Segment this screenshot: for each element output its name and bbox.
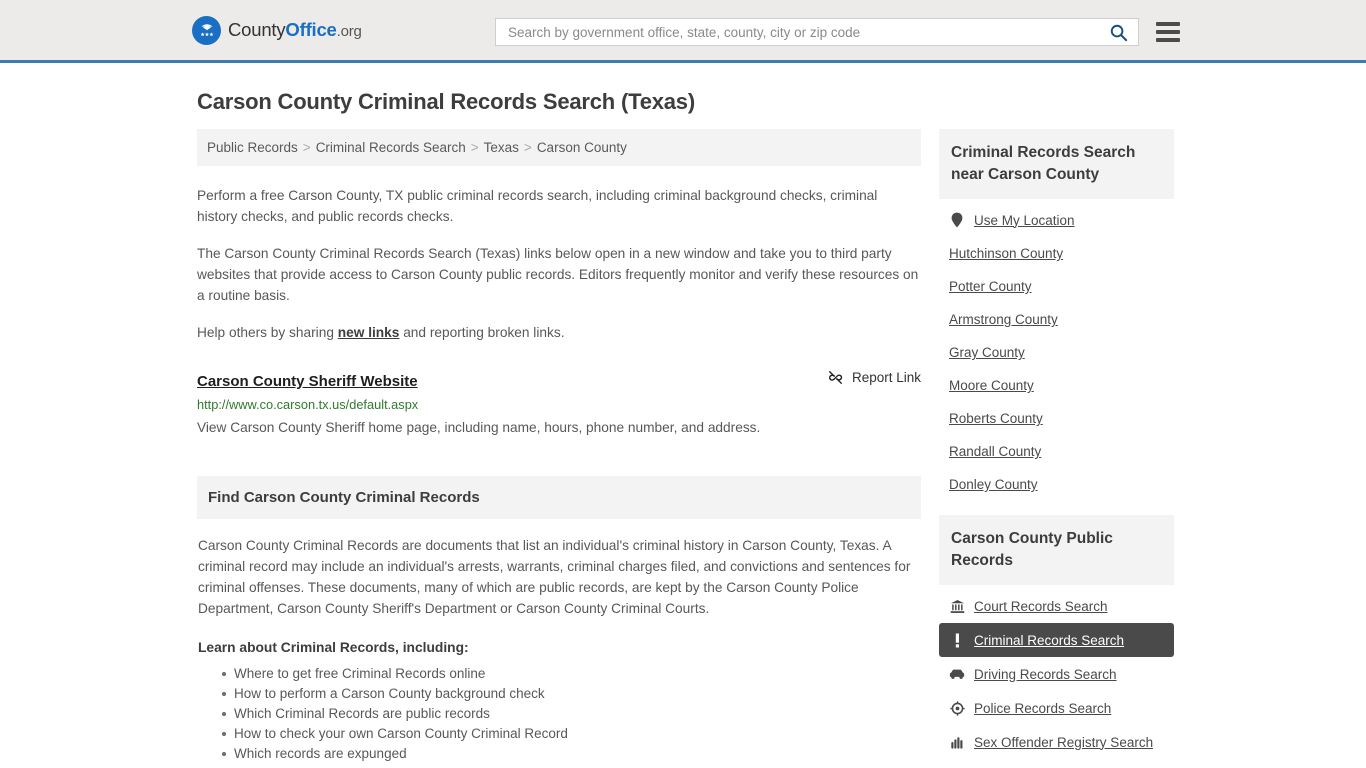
find-records-heading: Find Carson County Criminal Records xyxy=(197,476,921,519)
broken-link-icon xyxy=(828,371,843,384)
content-columns: Public Records > Criminal Records Search > T… xyxy=(197,129,1174,764)
sidebar-item-donley-county[interactable]: Donley County xyxy=(939,468,1174,501)
search-icon xyxy=(1110,24,1128,41)
page-container: Carson County Criminal Records Search (T… xyxy=(0,89,1366,764)
breadcrumb-item-criminal-records-search[interactable]: Criminal Records Search xyxy=(316,140,466,155)
share-text-before: Help others by sharing xyxy=(197,325,338,340)
courthouse-icon xyxy=(949,598,965,614)
public-records-heading: Carson County Public Records xyxy=(939,515,1174,585)
breadcrumb: Public Records > Criminal Records Search > T… xyxy=(197,129,921,166)
sidebar-item-driving-records-search[interactable]: Driving Records Search xyxy=(939,657,1174,691)
sidebar: Criminal Records Search near Carson Coun… xyxy=(939,129,1174,759)
sidebar-item-moore-county[interactable]: Moore County xyxy=(939,369,1174,402)
breadcrumb-separator: > xyxy=(302,140,311,155)
result-url[interactable]: http://www.co.carson.tx.us/default.aspx xyxy=(197,397,921,412)
list-item: How to check your own Carson County Crim… xyxy=(222,724,920,744)
sidebar-item-court-records-search[interactable]: Court Records Search xyxy=(939,589,1174,623)
sidebar-item-sex-offender-registry-search[interactable]: Sex Offender Registry Search xyxy=(939,725,1174,759)
hamburger-bar xyxy=(1156,22,1180,26)
intro-paragraph-1: Perform a free Carson County, TX public … xyxy=(197,188,878,224)
sidebar-item-potter-county[interactable]: Potter County xyxy=(939,270,1174,303)
search-button[interactable] xyxy=(1107,23,1130,42)
list-item: Where to get free Criminal Records onlin… xyxy=(222,664,920,684)
breadcrumb-separator: > xyxy=(523,140,532,155)
sidebar-item-label: Police Records Search xyxy=(974,700,1112,716)
list-item: How to perform a Carson County backgroun… xyxy=(222,684,920,704)
learn-about-heading: Learn about Criminal Records, including: xyxy=(198,640,469,655)
sidebar-item-gray-county[interactable]: Gray County xyxy=(939,336,1174,369)
sidebar-item-label: Court Records Search xyxy=(974,598,1108,614)
hamburger-menu-icon[interactable] xyxy=(1156,22,1180,42)
logo-text-org: .org xyxy=(336,23,362,40)
sidebar-item-label: Randall County xyxy=(949,444,1042,459)
sidebar-item-label: Criminal Records Search xyxy=(974,632,1125,648)
breadcrumb-item-carson-county[interactable]: Carson County xyxy=(537,140,627,155)
logo-wordmark: CountyOffice.org xyxy=(228,19,362,41)
list-item: Which Criminal Records are public record… xyxy=(222,704,920,724)
sidebar-item-label: Use My Location xyxy=(974,212,1075,228)
learn-about-list: Where to get free Criminal Records onlin… xyxy=(198,664,920,764)
main-column: Public Records > Criminal Records Search > T… xyxy=(197,129,921,764)
hamburger-bar xyxy=(1156,30,1180,34)
intro-paragraph-2: The Carson County Criminal Records Searc… xyxy=(197,246,919,303)
report-link-button[interactable]: Report Link xyxy=(827,369,921,386)
sidebar-item-criminal-records-search[interactable]: Criminal Records Search xyxy=(939,623,1174,657)
breadcrumb-item-texas[interactable]: Texas xyxy=(484,140,519,155)
sidebar-item-hutchinson-county[interactable]: Hutchinson County xyxy=(939,237,1174,270)
report-link-label: Report Link xyxy=(851,370,921,385)
sidebar-item-label: Moore County xyxy=(949,378,1034,393)
sidebar-item-randall-county[interactable]: Randall County xyxy=(939,435,1174,468)
result-description: View Carson County Sheriff home page, in… xyxy=(197,420,761,435)
list-item: Which records are expunged xyxy=(222,744,920,764)
sidebar-item-label: Donley County xyxy=(949,477,1038,492)
logo-text-county: County xyxy=(228,19,286,40)
breadcrumb-separator: > xyxy=(470,140,479,155)
find-records-body: Carson County Criminal Records are docum… xyxy=(197,535,921,764)
intro-paragraph-3: Help others by sharing new links and rep… xyxy=(197,322,921,343)
sidebar-item-use-my-location[interactable]: Use My Location xyxy=(939,203,1174,237)
find-records-paragraph: Carson County Criminal Records are docum… xyxy=(198,538,911,616)
site-header: CountyOffice.org xyxy=(0,0,1366,63)
new-links-link[interactable]: new links xyxy=(338,325,400,340)
sidebar-item-label: Hutchinson County xyxy=(949,246,1064,261)
hamburger-bar xyxy=(1156,38,1180,42)
breadcrumb-item-public-records[interactable]: Public Records xyxy=(207,140,298,155)
result-item: Carson County Sheriff Website Report Lin… xyxy=(197,369,921,438)
search-box[interactable] xyxy=(495,18,1139,46)
eagle-seal-icon xyxy=(192,15,221,45)
search-input[interactable] xyxy=(506,23,1107,41)
map-pin-icon xyxy=(949,212,965,228)
result-title-link[interactable]: Carson County Sheriff Website xyxy=(197,373,418,390)
sidebar-item-label: Driving Records Search xyxy=(974,666,1117,682)
sidebar-item-police-records-search[interactable]: Police Records Search xyxy=(939,691,1174,725)
exclamation-icon xyxy=(949,632,965,648)
nearby-counties-list: Use My Location Hutchinson County Potter… xyxy=(939,203,1174,501)
nearby-counties-heading: Criminal Records Search near Carson Coun… xyxy=(939,129,1174,199)
sidebar-item-label: Potter County xyxy=(949,279,1032,294)
sidebar-item-roberts-county[interactable]: Roberts County xyxy=(939,402,1174,435)
logo-text-office: Office xyxy=(285,19,337,40)
sidebar-item-label: Roberts County xyxy=(949,411,1043,426)
sidebar-item-label: Armstrong County xyxy=(949,312,1058,327)
page-title: Carson County Criminal Records Search (T… xyxy=(197,89,695,114)
site-logo[interactable]: CountyOffice.org xyxy=(192,15,362,45)
public-records-list: Court Records Search Criminal Records Se… xyxy=(939,589,1174,759)
share-text-after: and reporting broken links. xyxy=(399,325,565,340)
police-badge-icon xyxy=(949,700,965,716)
sidebar-item-label: Gray County xyxy=(949,345,1025,360)
header-search-area xyxy=(495,18,1180,46)
result-header-row: Carson County Sheriff Website Report Lin… xyxy=(197,369,921,390)
fingerprint-icon xyxy=(949,734,965,750)
sidebar-item-armstrong-county[interactable]: Armstrong County xyxy=(939,303,1174,336)
car-icon xyxy=(949,666,965,682)
sidebar-item-label: Sex Offender Registry Search xyxy=(974,734,1154,750)
